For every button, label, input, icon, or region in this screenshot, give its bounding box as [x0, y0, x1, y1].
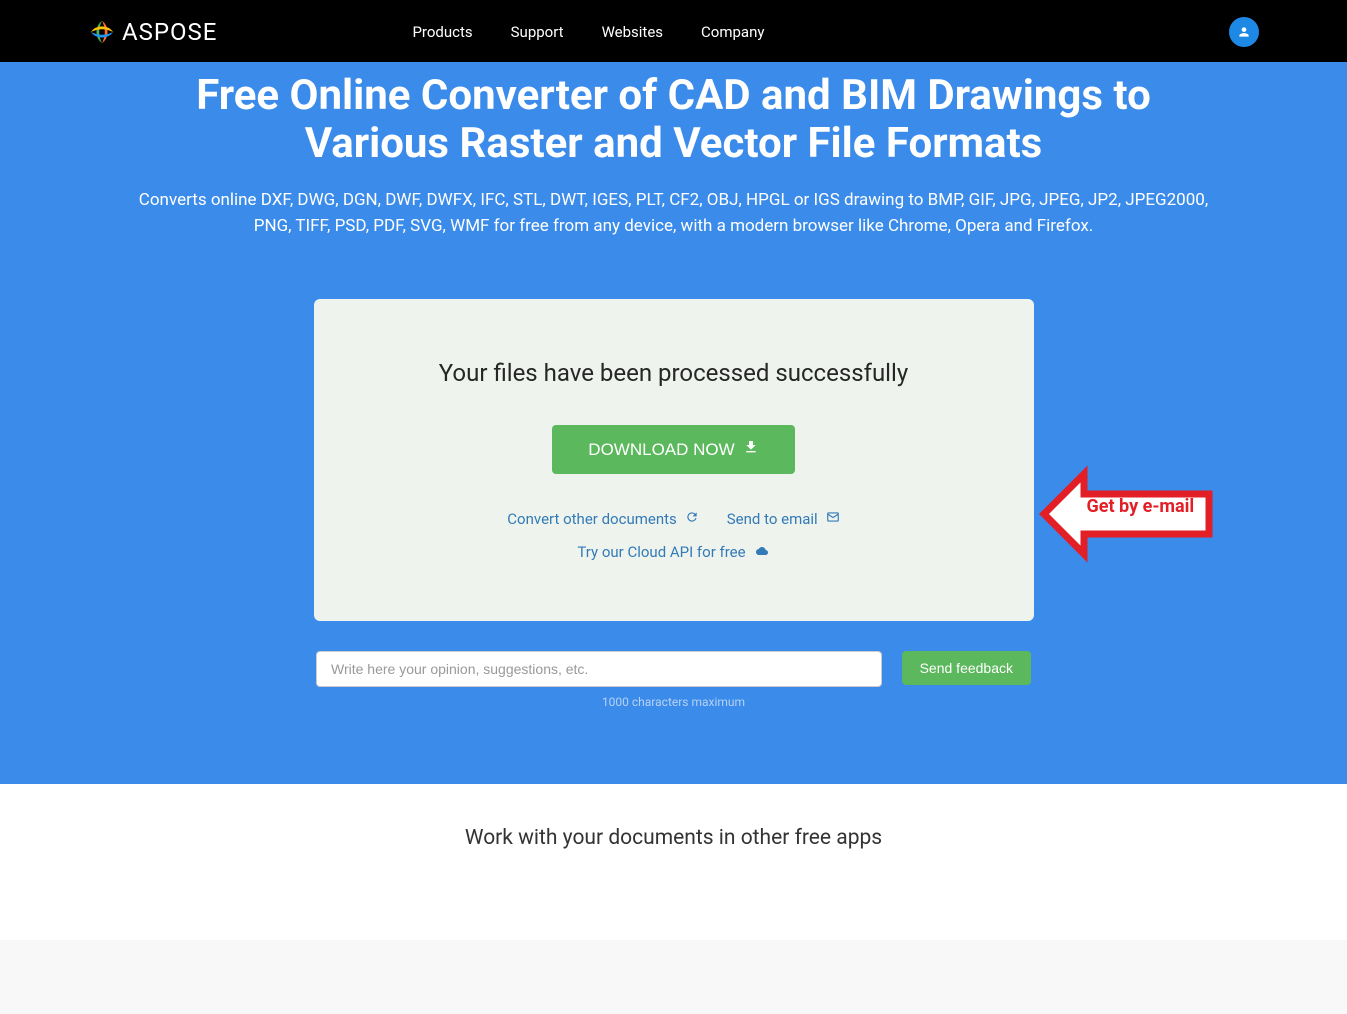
- nav-support[interactable]: Support: [511, 23, 564, 41]
- send-email-label: Send to email: [727, 510, 818, 528]
- annotation-text: Get by e-mail: [1087, 496, 1195, 517]
- success-message: Your files have been processed successfu…: [354, 359, 994, 387]
- bottom-title: Work with your documents in other free a…: [0, 826, 1347, 850]
- download-button[interactable]: DOWNLOAD NOW: [552, 425, 794, 474]
- logo-text: ASPOSE: [122, 18, 217, 46]
- nav-company[interactable]: Company: [701, 23, 764, 41]
- download-button-label: DOWNLOAD NOW: [588, 440, 734, 460]
- page-title: Free Online Converter of CAD and BIM Dra…: [124, 72, 1224, 169]
- cloud-api-label: Try our Cloud API for free: [577, 543, 745, 561]
- aspose-logo-icon: [88, 18, 116, 46]
- convert-other-label: Convert other documents: [507, 510, 676, 528]
- send-feedback-button[interactable]: Send feedback: [902, 651, 1031, 685]
- navbar: ASPOSE Products Support Websites Company: [0, 2, 1347, 62]
- char-limit-hint: 1000 characters maximum: [316, 695, 1031, 744]
- cloud-api-link[interactable]: Try our Cloud API for free: [577, 543, 769, 561]
- hero-section: Free Online Converter of CAD and BIM Dra…: [0, 62, 1347, 784]
- feedback-row: Send feedback: [316, 651, 1031, 687]
- nav-websites[interactable]: Websites: [602, 23, 663, 41]
- download-icon: [743, 439, 759, 460]
- send-email-link[interactable]: Send to email: [727, 510, 840, 528]
- user-account-icon[interactable]: [1229, 17, 1259, 47]
- nav-items: Products Support Websites Company: [412, 23, 764, 41]
- cloud-icon: [754, 543, 770, 561]
- bottom-section: Work with your documents in other free a…: [0, 784, 1347, 940]
- nav-products[interactable]: Products: [412, 23, 472, 41]
- convert-other-link[interactable]: Convert other documents: [507, 510, 698, 528]
- annotation-arrow: Get by e-mail: [1039, 444, 1214, 584]
- feedback-input[interactable]: [316, 651, 882, 687]
- result-card: Your files have been processed successfu…: [314, 299, 1034, 621]
- logo[interactable]: ASPOSE: [88, 18, 217, 46]
- page-description: Converts online DXF, DWG, DGN, DWF, DWFX…: [124, 187, 1224, 240]
- envelope-icon: [826, 510, 840, 528]
- refresh-icon: [685, 510, 699, 528]
- footer-area: [0, 940, 1347, 1014]
